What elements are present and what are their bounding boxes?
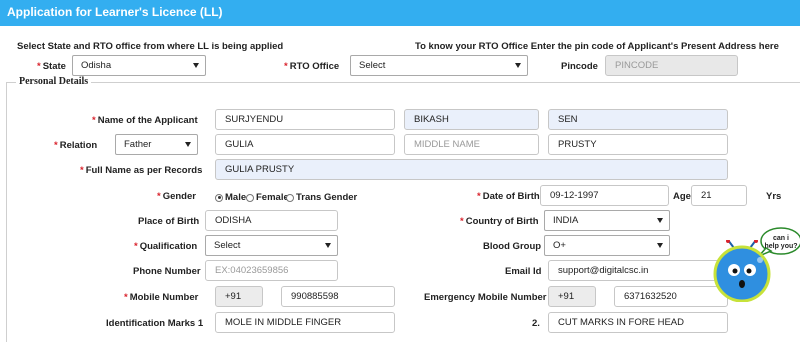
qualification-label: * Qualification [134, 241, 198, 252]
fullname-input[interactable]: GULIA PRUSTY [215, 159, 728, 180]
identification-mark-2-label: 2. [532, 318, 540, 329]
mascot-robot-icon [713, 240, 771, 302]
age-label: Age [673, 191, 691, 202]
chevron-down-icon [657, 218, 663, 223]
relation-select-value: Father [124, 139, 152, 150]
middle-name-input[interactable]: BIKASH [404, 109, 539, 130]
age-input[interactable]: 21 [691, 185, 747, 206]
phone-input[interactable]: EX:04023659856 [205, 260, 338, 281]
emergency-mobile-label: Emergency Mobile Number [424, 292, 547, 303]
country-select[interactable]: INDIA [544, 210, 670, 231]
radio-checked-icon [215, 193, 223, 202]
country-select-value: INDIA [553, 215, 579, 226]
pob-input[interactable]: ODISHA [205, 210, 338, 231]
dob-input[interactable]: 09-12-1997 [540, 185, 669, 206]
mobile-input[interactable]: 990885598 [281, 286, 395, 307]
help-text-line1: can i [773, 235, 789, 242]
radio-unchecked-icon [286, 193, 294, 202]
state-select-value: Odisha [81, 60, 112, 71]
relation-last-name-input[interactable]: PRUSTY [548, 134, 728, 155]
gender-label: * Gender [157, 191, 196, 202]
dob-label: * Date of Birth [477, 191, 540, 202]
first-name-input[interactable]: SURJYENDU [215, 109, 395, 130]
state-select[interactable]: Odisha [72, 55, 206, 76]
mobile-label: * Mobile Number [124, 292, 199, 303]
chevron-down-icon [657, 243, 663, 248]
blood-group-label: Blood Group [483, 241, 542, 252]
identification-marks-label: Identification Marks 1 [106, 318, 204, 329]
identification-mark-1-input[interactable]: MOLE IN MIDDLE FINGER [215, 312, 395, 333]
chevron-down-icon [325, 243, 331, 248]
qualification-select[interactable]: Select [205, 235, 338, 256]
gender-option-male[interactable]: Male [215, 192, 246, 203]
gender-option-label: Trans Gender [296, 192, 358, 203]
fullname-label: * Full Name as per Records [80, 165, 203, 176]
gender-option-female[interactable]: Female [246, 192, 289, 203]
email-label: Email Id [505, 266, 542, 277]
title-bar: Application for Learner's Licence (LL) [0, 0, 800, 26]
relation-label: * Relation [54, 140, 98, 151]
blood-group-select-value: O+ [553, 240, 566, 251]
emergency-mobile-input[interactable]: 6371632520 [614, 286, 728, 307]
chevron-down-icon [193, 63, 199, 68]
name-label: * Name of the Applicant [92, 115, 198, 126]
intro-left-text: Select State and RTO office from where L… [17, 41, 284, 52]
gender-option-label: Male [225, 192, 247, 203]
rto-select[interactable]: Select [350, 55, 528, 76]
intro-right-text: To know your RTO Office Enter the pin co… [415, 41, 779, 52]
blood-group-select[interactable]: O+ [544, 235, 670, 256]
age-unit: Yrs [766, 191, 782, 202]
pincode-label: Pincode [561, 61, 598, 72]
relation-middle-name-input[interactable]: MIDDLE NAME [404, 134, 539, 155]
identification-mark-2-input[interactable]: CUT MARKS IN FORE HEAD [548, 312, 728, 333]
rto-label: * RTO Office [284, 61, 340, 72]
gender-option-transgender[interactable]: Trans Gender [286, 192, 357, 203]
gender-option-label: Female [256, 192, 289, 203]
email-input[interactable]: support@digitalcsc.in [548, 260, 728, 281]
radio-unchecked-icon [246, 193, 254, 202]
emergency-country-code: +91 [548, 286, 596, 307]
qualification-select-value: Select [214, 240, 241, 251]
country-label: * Country of Birth [460, 216, 539, 227]
pob-label: Place of Birth [138, 216, 200, 227]
page-title: Application for Learner's Licence (LL) [7, 5, 223, 19]
state-label: * State [37, 61, 66, 72]
phone-label: Phone Number [133, 266, 201, 277]
relation-first-name-input[interactable]: GULIA [215, 134, 395, 155]
rto-select-value: Select [359, 60, 386, 71]
last-name-input[interactable]: SEN [548, 109, 728, 130]
section-legend: Personal Details [16, 76, 92, 87]
chevron-down-icon [515, 63, 521, 68]
pincode-input[interactable]: PINCODE [605, 55, 738, 76]
mobile-country-code: +91 [215, 286, 263, 307]
relation-select[interactable]: Father [115, 134, 198, 155]
chevron-down-icon [185, 142, 191, 147]
